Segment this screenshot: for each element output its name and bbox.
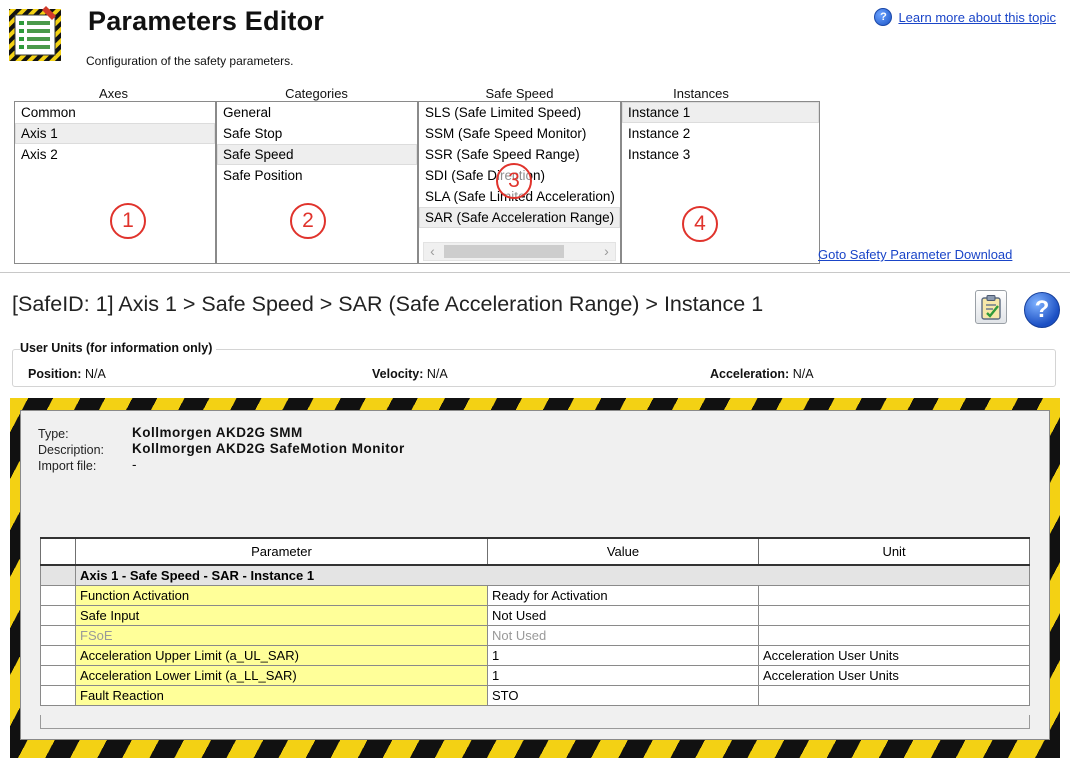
column-header-parameter[interactable]: Parameter bbox=[75, 537, 488, 566]
row-header bbox=[40, 605, 76, 626]
callout-marker-2: 2 bbox=[290, 203, 326, 239]
table-row[interactable]: Acceleration Lower Limit (a_LL_SAR) 1 Ac… bbox=[40, 665, 1030, 686]
help-button[interactable]: ? bbox=[1024, 292, 1060, 328]
list-item-instance-3[interactable]: Instance 3 bbox=[622, 144, 819, 165]
list-item-ssm[interactable]: SSM (Safe Speed Monitor) bbox=[419, 123, 620, 144]
parameter-value[interactable]: Ready for Activation bbox=[487, 585, 759, 606]
list-item-instance-1[interactable]: Instance 1 bbox=[622, 102, 819, 123]
categories-header: Categories bbox=[285, 86, 348, 101]
scrollbar-thumb[interactable] bbox=[444, 245, 564, 258]
table-row[interactable]: Safe Input Not Used bbox=[40, 605, 1030, 626]
parameter-unit: Acceleration User Units bbox=[758, 665, 1030, 686]
parameter-value: Not Used bbox=[487, 625, 759, 646]
velocity-value: N/A bbox=[426, 367, 448, 381]
row-header bbox=[40, 564, 76, 586]
list-item-ssr[interactable]: SSR (Safe Speed Range) bbox=[419, 144, 620, 165]
position-unit: Position: N/A bbox=[28, 367, 106, 381]
help-link-group[interactable]: ? Learn more about this topic bbox=[874, 8, 1056, 26]
parameter-value[interactable]: Not Used bbox=[487, 605, 759, 626]
import-file-value: - bbox=[132, 457, 137, 472]
position-value: N/A bbox=[84, 367, 106, 381]
list-item-safe-stop[interactable]: Safe Stop bbox=[217, 123, 417, 144]
row-header bbox=[40, 625, 76, 646]
functions-horizontal-scrollbar[interactable]: ‹ › bbox=[423, 242, 616, 261]
list-item-axis-common[interactable]: Common bbox=[15, 102, 215, 123]
axes-list[interactable]: Common Axis 1 Axis 2 bbox=[14, 101, 216, 264]
clipboard-check-icon bbox=[981, 295, 1001, 320]
list-item-sls[interactable]: SLS (Safe Limited Speed) bbox=[419, 102, 620, 123]
parameter-unit bbox=[758, 605, 1030, 626]
row-header-corner bbox=[40, 537, 76, 566]
table-row[interactable]: Function Activation Ready for Activation bbox=[40, 585, 1030, 606]
row-header bbox=[40, 645, 76, 666]
parameter-name: Acceleration Lower Limit (a_LL_SAR) bbox=[75, 665, 488, 686]
velocity-unit: Velocity: N/A bbox=[372, 367, 448, 381]
table-header-row: Parameter Value Unit bbox=[40, 537, 1030, 566]
help-icon: ? bbox=[874, 8, 893, 26]
table-footer-strip bbox=[40, 715, 1030, 729]
table-group-row: Axis 1 - Safe Speed - SAR - Instance 1 bbox=[40, 564, 1030, 586]
description-value: Kollmorgen AKD2G SafeMotion Monitor bbox=[132, 441, 405, 456]
parameter-value[interactable]: STO bbox=[487, 685, 759, 706]
list-item-sar[interactable]: SAR (Safe Acceleration Range) bbox=[419, 207, 620, 228]
page-title: Parameters Editor bbox=[88, 6, 324, 36]
column-header-unit[interactable]: Unit bbox=[758, 537, 1030, 566]
row-header bbox=[40, 685, 76, 706]
help-icon: ? bbox=[1034, 296, 1050, 323]
axes-header: Axes bbox=[99, 86, 128, 101]
column-header-value[interactable]: Value bbox=[487, 537, 759, 566]
group-label: Axis 1 - Safe Speed - SAR - Instance 1 bbox=[75, 564, 1030, 586]
parameter-unit bbox=[758, 685, 1030, 706]
table-row[interactable]: Acceleration Upper Limit (a_UL_SAR) 1 Ac… bbox=[40, 645, 1030, 666]
parameter-unit: Acceleration User Units bbox=[758, 645, 1030, 666]
table-row: FSoE Not Used bbox=[40, 625, 1030, 646]
breadcrumb: [SafeID: 1] Axis 1 > Safe Speed > SAR (S… bbox=[12, 292, 764, 316]
page-subtitle: Configuration of the safety parameters. bbox=[86, 54, 294, 68]
functions-header: Safe Speed bbox=[485, 86, 554, 101]
parameter-unit bbox=[758, 585, 1030, 606]
parameters-editor-icon bbox=[8, 6, 62, 62]
callout-marker-1: 1 bbox=[110, 203, 146, 239]
table-row[interactable]: Fault Reaction STO bbox=[40, 685, 1030, 706]
scroll-left-icon[interactable]: ‹ bbox=[424, 243, 441, 260]
goto-parameter-download-link[interactable]: Goto Safety Parameter Download bbox=[818, 247, 1012, 262]
velocity-label: Velocity: bbox=[372, 367, 424, 381]
acceleration-label: Acceleration: bbox=[710, 367, 790, 381]
parameter-name: FSoE bbox=[75, 625, 488, 646]
parameter-name: Function Activation bbox=[75, 585, 488, 606]
parameter-table: Parameter Value Unit Axis 1 - Safe Speed… bbox=[40, 537, 1030, 706]
parameter-name: Fault Reaction bbox=[75, 685, 488, 706]
user-units-legend: User Units (for information only) bbox=[20, 341, 217, 355]
learn-more-link[interactable]: Learn more about this topic bbox=[898, 10, 1056, 25]
type-value: Kollmorgen AKD2G SMM bbox=[132, 425, 303, 440]
list-item-safe-position[interactable]: Safe Position bbox=[217, 165, 417, 186]
parameter-value[interactable]: 1 bbox=[487, 665, 759, 686]
list-item-instance-2[interactable]: Instance 2 bbox=[622, 123, 819, 144]
callout-marker-4: 4 bbox=[682, 206, 718, 242]
instances-list[interactable]: Instance 1 Instance 2 Instance 3 bbox=[621, 101, 820, 264]
instances-header: Instances bbox=[673, 86, 729, 101]
parameter-name: Acceleration Upper Limit (a_UL_SAR) bbox=[75, 645, 488, 666]
parameter-value[interactable]: 1 bbox=[487, 645, 759, 666]
section-divider bbox=[0, 272, 1070, 273]
acceleration-unit: Acceleration: N/A bbox=[710, 367, 814, 381]
parameter-name: Safe Input bbox=[75, 605, 488, 626]
type-label: Type: bbox=[38, 427, 69, 441]
list-item-general[interactable]: General bbox=[217, 102, 417, 123]
list-item-safe-speed[interactable]: Safe Speed bbox=[217, 144, 417, 165]
import-file-label: Import file: bbox=[38, 459, 97, 473]
list-item-axis-1[interactable]: Axis 1 bbox=[15, 123, 215, 144]
list-item-axis-2[interactable]: Axis 2 bbox=[15, 144, 215, 165]
description-label: Description: bbox=[38, 443, 104, 457]
parameter-unit bbox=[758, 625, 1030, 646]
acceleration-value: N/A bbox=[792, 367, 814, 381]
row-header bbox=[40, 585, 76, 606]
callout-marker-3: 3 bbox=[496, 163, 532, 199]
clipboard-button[interactable] bbox=[975, 290, 1007, 324]
position-label: Position: bbox=[28, 367, 82, 381]
row-header bbox=[40, 665, 76, 686]
categories-list[interactable]: General Safe Stop Safe Speed Safe Positi… bbox=[216, 101, 418, 264]
scroll-right-icon[interactable]: › bbox=[598, 243, 615, 260]
